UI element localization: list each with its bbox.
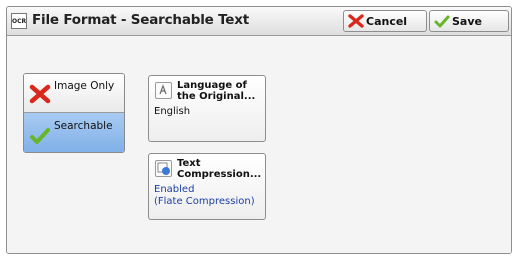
language-icon [155,82,172,99]
save-button[interactable]: Save [429,10,509,32]
compression-icon [155,160,172,177]
language-value: English [154,106,191,117]
option-image-only[interactable]: Image Only [24,74,124,113]
ocr-icon: OCR [11,13,27,29]
language-title: Language of the Original... [177,80,256,102]
cancel-button[interactable]: Cancel [343,10,427,32]
compression-title: Text Compression... [177,158,262,180]
dialog-panel: OCR File Format - Searchable Text Cancel… [6,6,512,254]
compression-value: Enabled (Flate Compression) [154,184,255,207]
green-check-icon [30,128,50,144]
header-bar: OCR File Format - Searchable Text Cancel… [7,7,511,36]
red-x-icon [29,84,51,104]
save-label: Save [452,15,482,28]
mode-selector: Image Only Searchable [23,73,125,153]
option-label: Searchable [54,120,113,132]
option-searchable[interactable]: Searchable [24,113,124,152]
language-of-original-button[interactable]: Language of the Original... English [148,75,266,142]
content-area: Image Only Searchable Language of the Or… [7,36,511,253]
red-x-icon [348,14,364,28]
option-label: Image Only [54,80,115,92]
text-compression-button[interactable]: Text Compression... Enabled (Flate Compr… [148,153,266,220]
green-check-icon [434,15,450,28]
page-title: File Format - Searchable Text [32,12,250,28]
cancel-label: Cancel [366,15,408,28]
